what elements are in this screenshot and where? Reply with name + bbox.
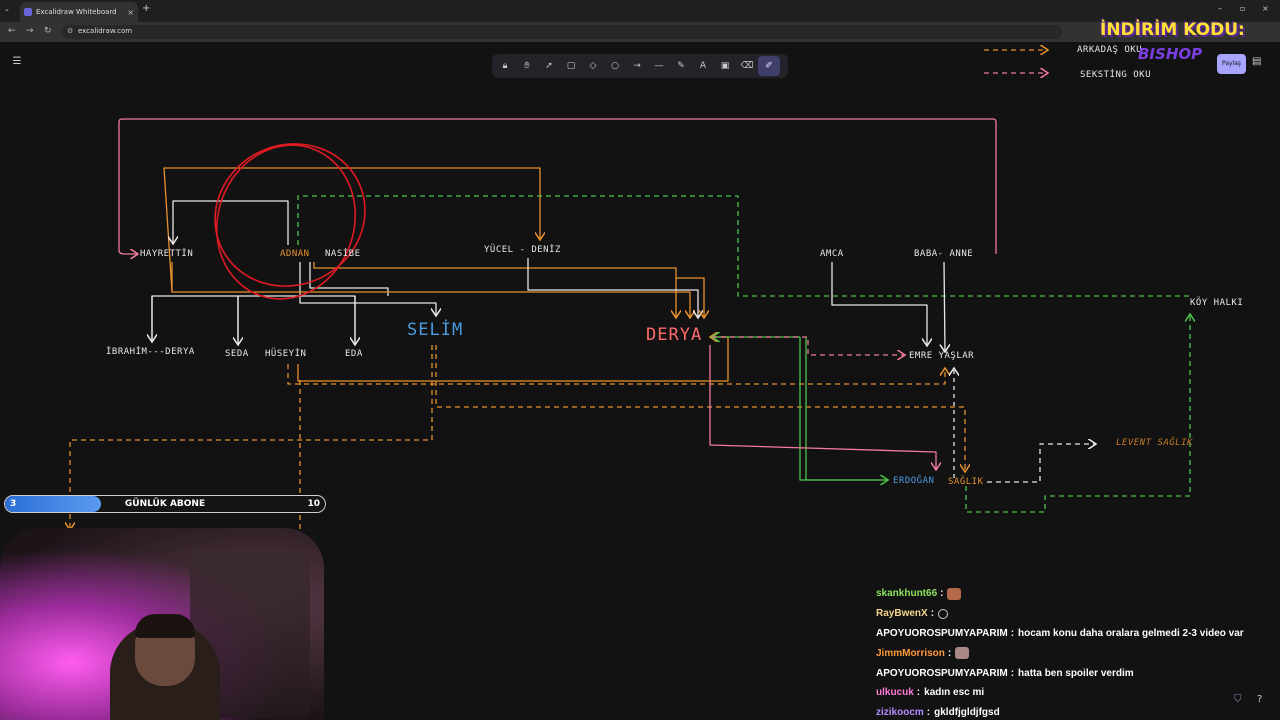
webcam-person-hair xyxy=(135,614,195,638)
screen: ⌄ Excalidraw Whiteboard × + – ▫ × ← → ↻ … xyxy=(0,0,1280,720)
node-hayrettin[interactable]: HAYRETTİN xyxy=(140,249,193,259)
green-arrow-erdogan-derya xyxy=(712,337,888,481)
white-arrow-yucel-to-derya xyxy=(527,258,698,318)
promo-title: İNDİRİM KODU: xyxy=(1100,20,1245,40)
node-selim[interactable]: SELİM xyxy=(407,320,463,340)
chat-text: hatta ben spoiler verdim xyxy=(1018,667,1134,679)
node-yucel-deniz[interactable]: YÜCEL - DENİZ xyxy=(484,245,561,255)
white-arrow-baba-to-emre xyxy=(944,261,945,352)
node-ibrahim-derya[interactable]: İBRAHİM---DERYA xyxy=(106,347,195,357)
chat-separator: : xyxy=(1010,667,1015,679)
chat-message: APOYUOROSPUMYAPARIM: hatta ben spoiler ve… xyxy=(876,663,1276,683)
help-icon[interactable]: ? xyxy=(1257,694,1262,705)
node-koy-halki[interactable]: KÖY HALKI xyxy=(1190,298,1243,308)
shield-icon[interactable]: ⛉ xyxy=(1234,694,1242,705)
subscriber-goal-bar: 3 GÜNLÜK ABONE 10 xyxy=(4,495,326,513)
subscriber-goal-label: GÜNLÜK ABONE xyxy=(124,499,206,509)
node-huseyin[interactable]: HÜSEYİN xyxy=(265,349,306,359)
promo-code: BISHOP xyxy=(1138,45,1203,63)
green-dashed-adnan-to-koy xyxy=(297,195,1190,297)
chat-separator: : xyxy=(940,588,944,600)
webcam-feed xyxy=(0,528,324,720)
chat-username[interactable]: APOYUOROSPUMYAPARIM xyxy=(876,668,1008,679)
chat-username[interactable]: skankhunt66 xyxy=(876,588,937,599)
chat-separator: : xyxy=(926,707,931,719)
pink-dashed-derya-to-emre xyxy=(712,336,905,355)
node-derya[interactable]: DERYA xyxy=(646,325,702,345)
legend-seksting-oku[interactable]: SEKSTİNG OKU xyxy=(1080,70,1151,80)
node-eda[interactable]: EDA xyxy=(345,349,363,359)
chat-message: zizikoocm: gkldfjgldjfgsd xyxy=(876,703,1276,720)
chat-username[interactable]: ulkucuk xyxy=(876,687,914,698)
chat-username[interactable]: zizikoocm xyxy=(876,707,924,718)
chat-message: JimmMorrison: xyxy=(876,643,1276,663)
chat-emote-icon xyxy=(938,608,949,619)
chat-overlay: skankhunt66: RayBwenX: APOYUOROSPUMYAPARIM… xyxy=(876,584,1276,720)
chat-text: kadın esc mi xyxy=(924,687,985,699)
white-dashed-saglik-to-levent xyxy=(987,444,1096,483)
node-saglik[interactable]: SAĞLIK xyxy=(948,477,984,487)
chat-username[interactable]: RayBwenX xyxy=(876,608,928,619)
node-adnan[interactable]: ADNAN xyxy=(280,249,310,259)
chat-text: hocam konu daha oralara gelmedi 2-3 vide… xyxy=(1018,627,1244,639)
orange-dashed-selim-to-saglik xyxy=(435,345,965,472)
node-emre-yaslar[interactable]: EMRE YAŞLAR xyxy=(909,351,974,361)
chat-text: gkldfjgldjfgsd xyxy=(934,707,1000,719)
chat-emote-icon xyxy=(947,587,962,600)
node-levent-saglik[interactable]: LEVENT SAĞLIK xyxy=(1116,438,1193,448)
subscriber-goal-target: 10 xyxy=(307,499,320,509)
white-arrow-to-hayrettin xyxy=(173,200,289,245)
chat-separator: : xyxy=(916,687,921,699)
node-amca[interactable]: AMCA xyxy=(820,249,844,259)
chat-message: APOYUOROSPUMYAPARIM: hocam konu daha oral… xyxy=(876,624,1276,644)
chat-separator: : xyxy=(947,647,952,659)
white-tree-children xyxy=(151,262,436,343)
white-arrow-amca-to-emre xyxy=(831,262,927,346)
chat-username[interactable]: JimmMorrison xyxy=(876,648,945,659)
chat-separator: : xyxy=(930,608,935,620)
chat-emote-icon xyxy=(955,647,970,660)
chat-username[interactable]: APOYUOROSPUMYAPARIM xyxy=(876,628,1008,639)
chat-message: RayBwenX: xyxy=(876,604,1276,624)
red-circle-annotation xyxy=(214,143,366,287)
legend-arkadas-oku[interactable]: ARKADAŞ OKU xyxy=(1077,45,1142,55)
orange-arrow-to-yucel xyxy=(163,167,540,293)
node-baba-anne[interactable]: BABA- ANNE xyxy=(914,249,973,259)
node-nasibe[interactable]: NASİBE xyxy=(325,249,361,259)
chat-message: ulkucuk: kadın esc mi xyxy=(876,683,1276,703)
node-seda[interactable]: SEDA xyxy=(225,349,249,359)
pink-arrow-baba-to-hayrettin xyxy=(118,118,997,254)
chat-message: skankhunt66: xyxy=(876,584,1276,604)
chat-separator: : xyxy=(1010,627,1015,639)
node-erdogan[interactable]: ERDOĞAN xyxy=(893,476,934,486)
